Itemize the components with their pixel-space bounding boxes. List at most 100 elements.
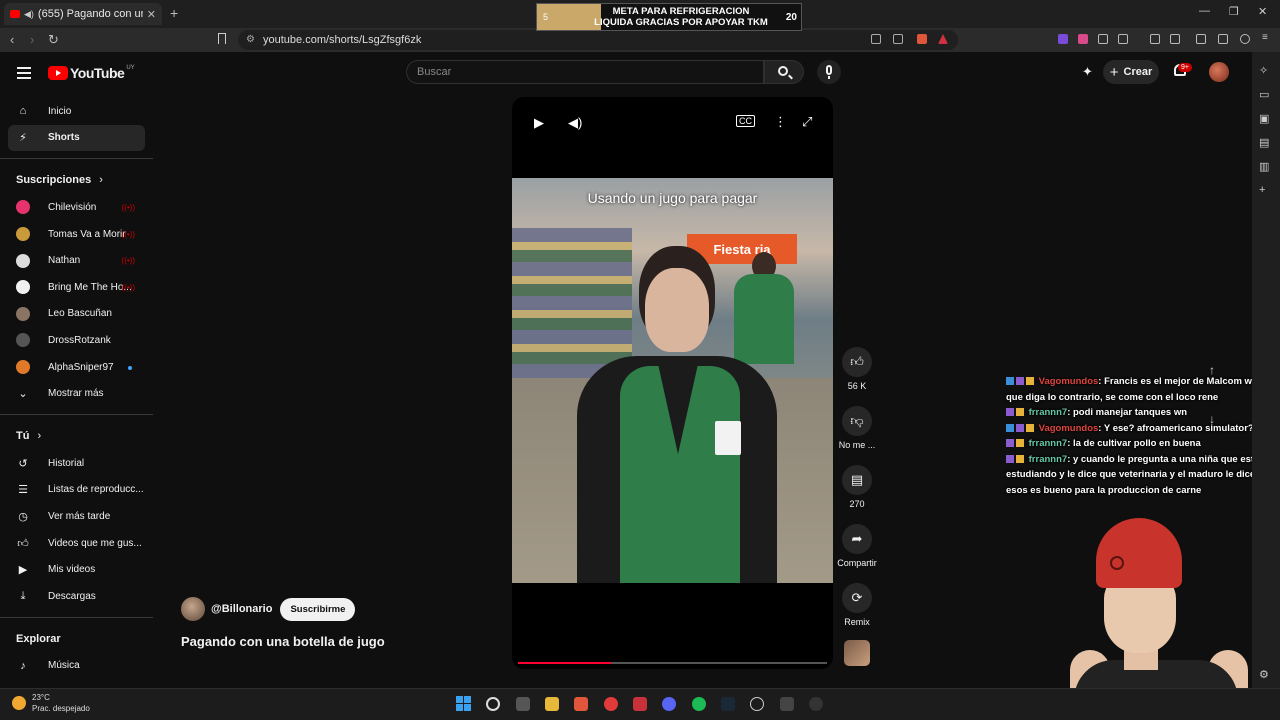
- spotify-icon[interactable]: [692, 697, 706, 711]
- reading-list-icon[interactable]: ▭: [1259, 88, 1269, 101]
- channel-name[interactable]: @Billonario: [211, 603, 272, 615]
- you-heading[interactable]: Tú ›: [0, 422, 153, 450]
- reload-icon[interactable]: ↻: [48, 32, 59, 48]
- valorant-icon[interactable]: [780, 697, 794, 711]
- sidebar-item-shorts[interactable]: ⚡ Shorts: [8, 124, 145, 152]
- settings-icon[interactable]: ⚙: [1259, 668, 1269, 681]
- like-button[interactable]: 👍︎ 56 K: [842, 347, 872, 391]
- more-options-icon[interactable]: ⋮: [774, 114, 787, 130]
- share-page-icon[interactable]: [893, 34, 903, 44]
- minimize-icon[interactable]: —: [1199, 5, 1210, 17]
- sidebar-item-playlists[interactable]: ☰ Listas de reproducc...: [0, 477, 153, 504]
- site-info-icon[interactable]: ⚙: [246, 34, 255, 45]
- captions-icon[interactable]: CC: [736, 115, 755, 127]
- downloads-icon: ⤓: [20, 589, 26, 602]
- sidebar-item-history[interactable]: ↺ Historial: [0, 450, 153, 477]
- close-tab-icon[interactable]: ✕: [147, 8, 156, 21]
- create-button[interactable]: + Crear: [1103, 60, 1159, 84]
- restore-icon[interactable]: ❐: [1229, 5, 1239, 18]
- menu-icon[interactable]: ≡: [1262, 32, 1272, 43]
- search-taskbar-icon[interactable]: [486, 697, 500, 711]
- bookmarks-panel-icon[interactable]: ▤: [1259, 136, 1269, 149]
- discord-icon[interactable]: [662, 697, 676, 711]
- sidebar-item-my-videos[interactable]: ▶ Mis videos: [0, 556, 153, 583]
- channel-avatar[interactable]: [181, 597, 205, 621]
- account-avatar[interactable]: [1209, 62, 1229, 82]
- sidebar-item-subscription[interactable]: DrossRotzank: [0, 327, 153, 354]
- sidebar-item-subscription[interactable]: Chilevisión ((•)): [0, 194, 153, 221]
- youtube-logo[interactable]: YouTube UY: [48, 65, 135, 81]
- studio-icon[interactable]: ✦: [1082, 64, 1093, 80]
- menu-hamburger-icon[interactable]: [17, 67, 31, 82]
- file-explorer-icon[interactable]: [545, 697, 559, 711]
- sidebar-item-subscription[interactable]: Leo Bascuñan: [0, 301, 153, 328]
- sidebar-item-subscription[interactable]: AlphaSniper97: [0, 354, 153, 381]
- volume-icon[interactable]: ◀): [568, 115, 582, 131]
- search-input[interactable]: Buscar: [406, 60, 764, 84]
- music-icon[interactable]: [1150, 34, 1160, 44]
- sidebar-item-subscription[interactable]: Tomas Va a Morir ((•)): [0, 221, 153, 248]
- channel-avatar: [16, 306, 30, 321]
- sidebar-item-watch-later[interactable]: ◷ Ver más tarde: [0, 503, 153, 530]
- sidebar-item-liked[interactable]: 👍︎ Videos que me gus...: [0, 530, 153, 557]
- subscriptions-heading[interactable]: Suscripciones ›: [0, 166, 153, 194]
- back-icon[interactable]: ‹: [10, 32, 14, 47]
- steam-icon[interactable]: [721, 697, 735, 711]
- progress-bar[interactable]: [518, 662, 827, 664]
- sidebar-item-subscription[interactable]: Bring Me The Ho... ((•)): [0, 274, 153, 301]
- share-button[interactable]: ➦ Compartir: [837, 524, 877, 568]
- forward-icon[interactable]: ›: [30, 32, 34, 47]
- url-text[interactable]: youtube.com/shorts/LsgZfsgf6zk: [263, 34, 421, 46]
- browser-tab[interactable]: ◀) (655) Pagando con una botella ✕: [4, 3, 162, 25]
- play-icon[interactable]: ▶: [534, 115, 544, 131]
- wallet-icon[interactable]: [1196, 34, 1206, 44]
- media-player-icon[interactable]: [604, 697, 618, 711]
- fullscreen-icon[interactable]: ⤢: [802, 114, 812, 130]
- extension-icon[interactable]: [1078, 34, 1088, 44]
- vpn-icon[interactable]: [1240, 34, 1250, 44]
- video-title[interactable]: Pagando con una botella de jugo: [181, 634, 385, 649]
- task-view-icon[interactable]: [516, 697, 530, 711]
- sidebar-item-downloads[interactable]: ⤓ Descargas: [0, 583, 153, 610]
- sidebar-item-home[interactable]: ⌂ Inicio: [0, 98, 153, 125]
- extensions-icon[interactable]: [1098, 34, 1108, 44]
- brave-shields-icon[interactable]: [917, 34, 927, 44]
- cast-icon[interactable]: [871, 34, 881, 44]
- subscribe-button[interactable]: Suscribirme: [280, 597, 356, 621]
- new-tab-icon[interactable]: +: [170, 5, 178, 21]
- leo-icon[interactable]: [1218, 34, 1228, 44]
- divider: [0, 616, 153, 618]
- bookmark-icon[interactable]: [218, 33, 226, 44]
- voice-search-button[interactable]: [817, 60, 841, 84]
- start-icon[interactable]: [456, 696, 471, 711]
- progress-fill: [518, 662, 611, 664]
- badge-icon: [1006, 377, 1014, 385]
- donation-goal-overlay: 5 META PARA REFRIGERACION LIQUIDA GRACIA…: [536, 3, 802, 31]
- obs-icon[interactable]: [750, 697, 764, 711]
- history-panel-icon[interactable]: ▥: [1259, 160, 1269, 173]
- sound-thumbnail[interactable]: [844, 640, 870, 666]
- address-bar[interactable]: ⚙ youtube.com/shorts/LsgZfsgf6zk: [238, 30, 958, 50]
- panel-icon[interactable]: [1170, 34, 1180, 44]
- weather-widget[interactable]: 23°C Prac. despejado: [12, 692, 90, 714]
- sidebar-toggle-icon[interactable]: [1118, 34, 1128, 44]
- search-button[interactable]: [764, 60, 804, 84]
- badge-icon: [1016, 439, 1024, 447]
- window-close-icon[interactable]: ✕: [1258, 5, 1267, 18]
- sidebar-item-subscription[interactable]: Nathan ((•)): [0, 247, 153, 274]
- explore-heading: Explorar: [0, 625, 153, 653]
- speaker-icon[interactable]: ◀): [24, 9, 34, 20]
- add-panel-icon[interactable]: +: [1259, 184, 1265, 196]
- shorts-player[interactable]: ▶ ◀) CC ⋮ ⤢ Fiesta ria Usando un jugo pa…: [512, 97, 833, 669]
- sidebar-item-music[interactable]: ♪ Música: [0, 653, 153, 680]
- leo-ai-icon[interactable]: ✧: [1259, 64, 1268, 77]
- extension-icon[interactable]: [1058, 34, 1068, 44]
- comments-button[interactable]: ▤ 270: [842, 465, 872, 509]
- app-icon[interactable]: [633, 697, 647, 711]
- wallet-panel-icon[interactable]: ▣: [1259, 112, 1269, 125]
- brave-browser-icon[interactable]: [574, 697, 588, 711]
- show-more-button[interactable]: ⌄ Mostrar más: [0, 380, 153, 407]
- remix-button[interactable]: ⟳ Remix: [842, 583, 872, 627]
- app-icon[interactable]: [809, 697, 823, 711]
- dislike-button[interactable]: 👎︎ No me ...: [839, 406, 875, 450]
